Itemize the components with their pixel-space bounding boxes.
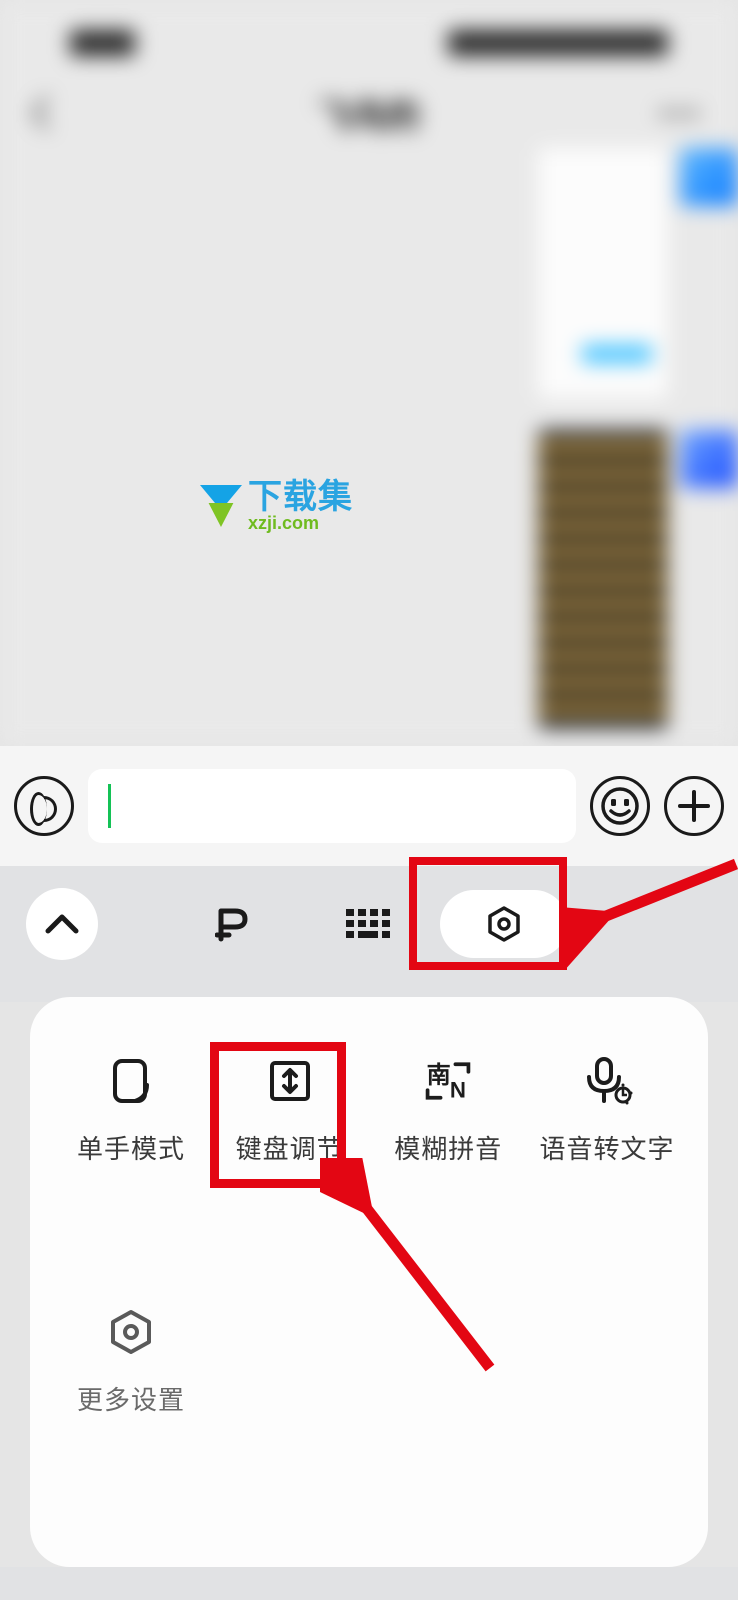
settings-panel: 单手模式 键盘调节 南 N 模糊拼音 [30, 997, 708, 1567]
setting-label: 更多设置 [77, 1380, 185, 1417]
setting-label: 键盘调节 [236, 1129, 344, 1166]
message-bubble [538, 148, 668, 398]
setting-label: 模糊拼音 [394, 1129, 502, 1166]
keyboard-grid-icon [346, 909, 390, 939]
chat-title: 飞鸟的 [318, 89, 420, 138]
one-hand-icon [105, 1055, 157, 1107]
setting-label: 单手模式 [77, 1129, 185, 1166]
text-caret [108, 784, 111, 828]
voice-to-text-icon [581, 1055, 633, 1107]
p-icon [215, 905, 249, 943]
fuzzy-pinyin-icon: 南 N [422, 1055, 474, 1107]
emoji-button[interactable] [590, 776, 650, 836]
tab-settings[interactable] [440, 890, 568, 958]
plus-icon [676, 788, 712, 824]
status-indicators [448, 30, 668, 56]
chat-backdrop: 飞鸟的 [0, 0, 738, 746]
watermark-logo-icon [200, 485, 242, 527]
chevron-up-icon [45, 913, 79, 935]
keyboard-toolbar [0, 866, 738, 982]
setting-voice-to-text[interactable]: 语音转文字 [528, 1055, 686, 1166]
tab-keyboard[interactable] [304, 890, 432, 958]
voice-button[interactable] [14, 776, 74, 836]
settings-hexagon-icon [485, 905, 523, 943]
emoji-icon [600, 786, 640, 826]
collapse-button[interactable] [26, 888, 98, 960]
voice-wave-icon [30, 792, 58, 820]
more-settings-icon [105, 1306, 157, 1358]
setting-one-hand[interactable]: 单手模式 [52, 1055, 210, 1166]
spacer [0, 1567, 738, 1600]
more-icon[interactable] [660, 110, 698, 117]
avatar [680, 148, 738, 206]
status-bar [70, 30, 668, 60]
back-icon[interactable] [30, 97, 50, 129]
avatar [680, 430, 738, 488]
toolbar-tabs [168, 889, 568, 959]
status-time [70, 30, 135, 56]
setting-label: 语音转文字 [539, 1129, 674, 1166]
setting-keyboard-adjust[interactable]: 键盘调节 [211, 1055, 369, 1166]
keyboard-adjust-icon [264, 1055, 316, 1107]
setting-more[interactable]: 更多设置 [52, 1306, 210, 1417]
svg-text:南: 南 [427, 1062, 451, 1089]
chat-nav: 飞鸟的 [30, 93, 708, 133]
watermark: 下载集 xzji.com [200, 480, 353, 532]
watermark-text-en: xzji.com [248, 514, 353, 532]
setting-fuzzy-pinyin[interactable]: 南 N 模糊拼音 [369, 1055, 527, 1166]
input-bar [0, 746, 738, 866]
tab-p[interactable] [168, 890, 296, 958]
svg-text:N: N [450, 1078, 466, 1103]
watermark-text-cn: 下载集 [248, 480, 353, 514]
message-input[interactable] [88, 769, 576, 843]
message-bubble [538, 430, 668, 728]
add-button[interactable] [664, 776, 724, 836]
